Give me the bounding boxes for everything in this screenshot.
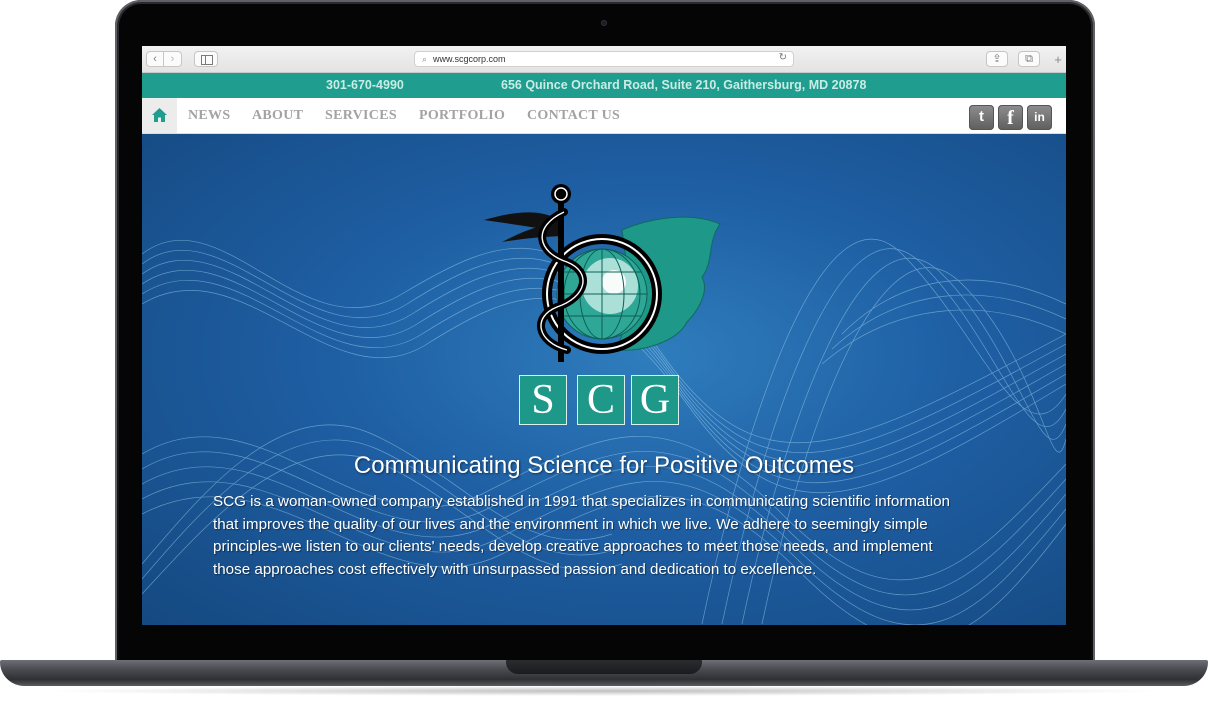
sidebar-icon — [201, 55, 213, 65]
back-icon: ‹ — [153, 53, 157, 65]
webcam — [601, 20, 607, 26]
nav-home[interactable] — [142, 98, 177, 133]
tabs-icon: ⧉ — [1025, 53, 1033, 65]
new-tab-button[interactable]: + — [1050, 53, 1066, 67]
main-nav: NEWS ABOUT SERVICES PORTFOLIO CONTACT US… — [142, 98, 1066, 134]
browser-toolbar: ‹ › ⌕ www.scgcorp.com ↻ ⇪ ⧉ + — [142, 46, 1066, 73]
facebook-icon[interactable]: f — [998, 105, 1023, 130]
nav-portfolio[interactable]: PORTFOLIO — [419, 108, 505, 124]
hero-banner: S C G Communicating Science for Positive… — [142, 134, 1066, 625]
address-url: www.scgcorp.com — [433, 54, 506, 64]
plus-icon: + — [1054, 52, 1062, 67]
back-button[interactable]: ‹ — [146, 51, 164, 67]
logo-letter-g: G — [631, 375, 679, 425]
laptop-notch — [506, 660, 702, 674]
address-bar[interactable]: ⌕ www.scgcorp.com ↻ — [414, 51, 794, 67]
logo-letter-c: C — [577, 375, 625, 425]
search-icon: ⌕ — [422, 54, 428, 64]
forward-icon: › — [170, 53, 175, 65]
contact-bar: 301-670-4990 656 Quince Orchard Road, Su… — [142, 73, 1066, 98]
linkedin-icon[interactable]: in — [1027, 105, 1052, 130]
home-icon — [152, 108, 167, 122]
hero-tagline: Communicating Science for Positive Outco… — [353, 452, 855, 479]
facebook-glyph: f — [1007, 107, 1014, 129]
street-address: 656 Quince Orchard Road, Suite 210, Gait… — [501, 78, 867, 92]
linkedin-glyph: in — [1034, 110, 1045, 124]
show-tabs-button[interactable]: ⧉ — [1018, 51, 1040, 67]
share-button[interactable]: ⇪ — [986, 51, 1008, 67]
laptop-shadow — [40, 686, 1168, 696]
nav-news[interactable]: NEWS — [188, 108, 230, 124]
share-icon: ⇪ — [992, 53, 1002, 65]
hero-description: SCG is a woman-owned company established… — [213, 493, 950, 578]
scg-logo-mark — [484, 184, 721, 362]
sidebar-toggle-button[interactable] — [194, 51, 218, 67]
logo-letter-s: S — [519, 375, 567, 425]
reload-icon[interactable]: ↻ — [779, 52, 787, 63]
nav-contact-us[interactable]: CONTACT US — [527, 108, 620, 124]
phone-number[interactable]: 301-670-4990 — [326, 78, 404, 92]
forward-button[interactable]: › — [164, 51, 182, 67]
twitter-glyph: t — [979, 108, 984, 125]
nav-services[interactable]: SERVICES — [325, 108, 397, 124]
nav-about[interactable]: ABOUT — [252, 108, 303, 124]
twitter-icon[interactable]: t — [969, 105, 994, 130]
browser-window: ‹ › ⌕ www.scgcorp.com ↻ ⇪ ⧉ + 301-670-49… — [142, 46, 1066, 625]
